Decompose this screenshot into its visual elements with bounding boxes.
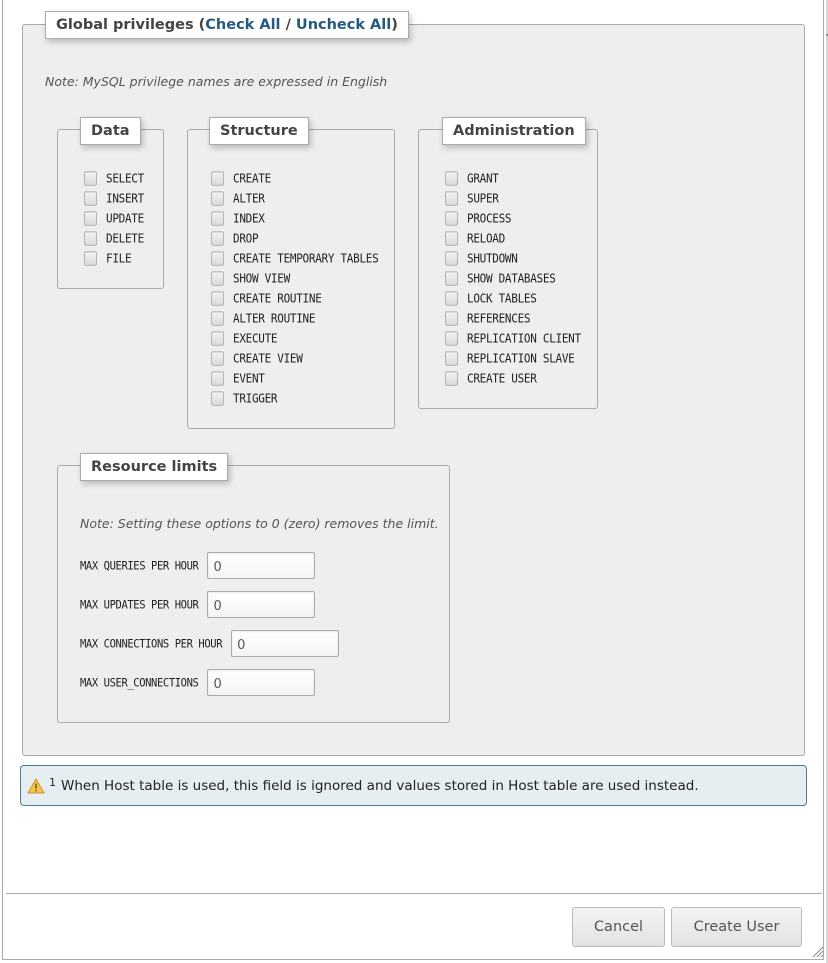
privilege-checkbox[interactable] [445,170,458,186]
privilege-checkbox[interactable] [445,370,458,386]
privilege-label[interactable]: CREATE TEMPORARY TABLES [233,251,379,266]
max-connections-input[interactable] [231,630,340,657]
privilege-checkbox[interactable] [445,290,458,306]
privilege-label[interactable]: INSERT [106,191,144,206]
privilege-item[interactable]: FILE [84,247,144,269]
privilege-item[interactable]: TRIGGER [211,387,378,409]
uncheck-all-link[interactable]: Uncheck All [296,17,391,33]
privilege-checkbox[interactable] [211,190,224,206]
check-all-link[interactable]: Check All [205,17,280,33]
privilege-label[interactable]: SUPER [467,191,499,206]
resize-grip-icon[interactable] [810,944,824,958]
data-privileges-fieldset: Data SELECT INSERT UPDATE DELETE FILE [57,117,164,289]
privilege-checkbox[interactable] [445,210,458,226]
privilege-checkbox[interactable] [211,210,224,226]
privilege-item[interactable]: CREATE USER [445,367,581,389]
privilege-label[interactable]: FILE [106,251,132,266]
max-updates-input[interactable] [207,591,316,618]
privilege-label[interactable]: DROP [233,231,259,246]
resource-limits-fieldset: Resource limits Note: Setting these opti… [57,453,450,723]
privilege-label[interactable]: EXECUTE [233,331,278,346]
administration-privileges-fieldset: Administration GRANT SUPER PROCESS RELOAD SH… [418,117,598,409]
max-updates-label: MAX UPDATES PER HOUR [80,597,199,612]
max-queries-input[interactable] [207,552,316,579]
footnote-text: When Host table is used, this field is i… [61,777,699,794]
structure-privileges-fieldset: Structure CREATE ALTER INDEX DROP CREATE TEM… [187,117,395,429]
privilege-checkbox[interactable] [445,250,458,266]
privilege-checkbox[interactable] [84,210,97,226]
administration-privilege-list: GRANT SUPER PROCESS RELOAD SHUTDOWN SHOW DATA… [445,168,581,388]
max-user-connections-input[interactable] [207,669,316,696]
privilege-checkbox[interactable] [84,230,97,246]
cancel-button[interactable]: Cancel [572,907,665,947]
privilege-checkbox[interactable] [84,170,97,186]
privilege-checkbox[interactable] [211,270,224,286]
privilege-label[interactable]: INDEX [233,211,265,226]
privilege-checkbox[interactable] [211,170,224,186]
max-connections-label: MAX CONNECTIONS PER HOUR [80,636,223,651]
resource-limits-legend: Resource limits [80,453,229,481]
privilege-label[interactable]: SHOW VIEW [233,271,290,286]
privilege-checkbox[interactable] [84,250,97,266]
privilege-label[interactable]: REFERENCES [467,311,531,326]
privilege-checkbox[interactable] [445,310,458,326]
privilege-label[interactable]: EVENT [233,371,265,386]
privilege-label[interactable]: PROCESS [467,211,512,226]
administration-legend: Administration [442,117,586,145]
privilege-checkbox[interactable] [445,270,458,286]
global-privileges-legend: Global privileges (Check All / Uncheck A… [45,11,409,39]
privilege-checkbox[interactable] [445,230,458,246]
privilege-checkbox[interactable] [211,250,224,266]
structure-legend: Structure [209,117,309,145]
max-queries-label: MAX QUERIES PER HOUR [80,558,199,573]
structure-privilege-list: CREATE ALTER INDEX DROP CREATE TEMPORARY TAB… [211,168,379,409]
privilege-checkbox[interactable] [211,390,224,406]
privilege-checkbox[interactable] [211,230,224,246]
privilege-label[interactable]: CREATE ROUTINE [233,291,322,306]
footnote-marker: 1 [49,776,56,789]
privilege-label[interactable]: CREATE VIEW [233,351,303,366]
privilege-label[interactable]: RELOAD [467,231,505,246]
privilege-label[interactable]: CREATE USER [467,371,537,386]
privilege-label[interactable]: SELECT [106,171,144,186]
link-separator: / [280,17,296,33]
privilege-checkbox[interactable] [211,310,224,326]
privilege-label[interactable]: DELETE [106,231,144,246]
dialog-button-divider [6,893,822,894]
close-paren: ) [391,17,398,33]
privilege-label[interactable]: TRIGGER [233,391,278,406]
privilege-checkbox[interactable] [445,330,458,346]
privilege-checkbox[interactable] [84,190,97,206]
privilege-label[interactable]: LOCK TABLES [467,291,537,306]
privilege-label[interactable]: GRANT [467,171,499,186]
privilege-names-note: Note: MySQL privilege names are expresse… [45,74,388,89]
privilege-label[interactable]: ALTER [233,191,265,206]
privilege-checkbox[interactable] [211,370,224,386]
privilege-label[interactable]: SHUTDOWN [467,251,518,266]
privilege-label[interactable]: REPLICATION CLIENT [467,331,581,346]
max-user-connections-label: MAX USER_CONNECTIONS [80,675,199,690]
privilege-checkbox[interactable] [211,330,224,346]
privilege-label[interactable]: REPLICATION SLAVE [467,351,575,366]
host-table-notice: 1 When Host table is used, this field is… [20,765,807,806]
privilege-checkbox[interactable] [211,350,224,366]
max-queries-row: MAX QUERIES PER HOUR [80,552,316,579]
max-updates-row: MAX UPDATES PER HOUR [80,591,316,618]
privilege-label[interactable]: ALTER ROUTINE [233,311,316,326]
data-privilege-list: SELECT INSERT UPDATE DELETE FILE [84,168,144,268]
max-connections-row: MAX CONNECTIONS PER HOUR [80,630,340,657]
privilege-label[interactable]: CREATE [233,171,271,186]
global-privileges-title: Global privileges ( [56,17,206,33]
create-user-button[interactable]: Create User [671,907,802,947]
privilege-checkbox[interactable] [445,190,458,206]
resource-limits-note: Note: Setting these options to 0 (zero) … [80,516,439,531]
warning-icon [27,777,45,793]
global-privileges-fieldset: Global privileges (Check All / Uncheck A… [22,11,805,756]
privilege-checkbox[interactable] [445,350,458,366]
max-user-connections-row: MAX USER_CONNECTIONS [80,669,316,696]
data-legend: Data [80,117,141,145]
privilege-checkbox[interactable] [211,290,224,306]
privilege-label[interactable]: UPDATE [106,211,144,226]
privilege-label[interactable]: SHOW DATABASES [467,271,556,286]
